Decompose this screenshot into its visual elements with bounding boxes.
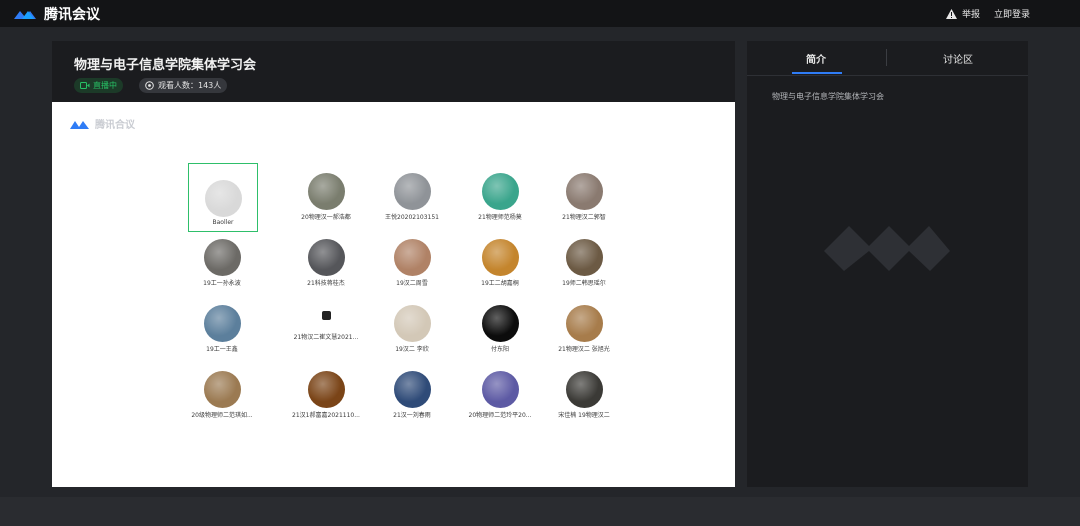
intro-text: 物理与电子信息学院集体学习会 bbox=[772, 92, 884, 101]
participant-name: 王悦20202103151 bbox=[385, 214, 439, 221]
avatar bbox=[393, 239, 431, 276]
participant-tile[interactable]: 21汉1郝富嘉2021110... bbox=[286, 357, 366, 419]
video-camera-icon bbox=[80, 82, 90, 89]
report-label: 举报 bbox=[961, 10, 980, 20]
participant-name: 20级物理师二范琪如... bbox=[191, 412, 253, 419]
participant-name: 20物理师二范玲平20... bbox=[468, 412, 532, 419]
participant-tile[interactable]: 19师二韩思瑶尔 bbox=[544, 225, 624, 287]
participant-name: 19工二胡嘉桐 bbox=[481, 280, 519, 287]
participant-grid: Baoller 20物理汉一郝浩都 王悦20202103151 21物理师范杨莫 21物… bbox=[188, 163, 610, 423]
participant-name: 21汉一刘春雨 bbox=[393, 412, 431, 419]
participant-name: 21物汉二崔文慧2021... bbox=[293, 334, 359, 341]
avatar bbox=[307, 239, 345, 276]
avatar bbox=[393, 371, 431, 408]
slide-logo: 腾讯合议 bbox=[70, 116, 135, 131]
participant-tile[interactable]: 21科技蒋桂杰 bbox=[286, 225, 366, 287]
tab-divider bbox=[886, 49, 887, 66]
avatar bbox=[565, 239, 603, 276]
participant-tile[interactable]: 付东阳 bbox=[460, 291, 540, 353]
participant-tile[interactable]: 宋佳楠 19物理汉二 bbox=[544, 357, 624, 419]
participant-tile[interactable]: 19汉二周雪 bbox=[372, 225, 452, 287]
participant-name: 19工一孙永波 bbox=[203, 280, 241, 287]
participant-name: 20物理汉一郝浩都 bbox=[301, 214, 351, 221]
avatar bbox=[481, 305, 519, 342]
warning-icon bbox=[945, 8, 957, 19]
tab-intro[interactable]: 简介 bbox=[806, 51, 826, 66]
avatar bbox=[565, 173, 603, 210]
avatar bbox=[481, 239, 519, 276]
participant-name: 19师二韩思瑶尔 bbox=[562, 280, 606, 287]
eye-icon bbox=[145, 81, 154, 90]
avatar bbox=[565, 305, 603, 342]
participant-name: 21物理汉二郭智 bbox=[562, 214, 606, 221]
tab-discussion[interactable]: 讨论区 bbox=[943, 51, 973, 66]
live-stream-panel: 物理与电子信息学院集体学习会 直播中 观看人数：143人 腾讯合议 Baolle… bbox=[52, 41, 735, 487]
avatar bbox=[204, 180, 242, 217]
participant-tile[interactable]: 21物理汉二郭智 bbox=[544, 159, 624, 221]
participant-tile[interactable]: 19工一王鑫 bbox=[182, 291, 262, 353]
avatar bbox=[481, 371, 519, 408]
participant-tile[interactable]: 20物理师二范玲平20... bbox=[460, 357, 540, 419]
tencent-meeting-watermark-icon bbox=[824, 226, 950, 271]
active-tab-indicator bbox=[792, 72, 842, 74]
participant-name: 21汉1郝富嘉2021110... bbox=[292, 412, 360, 419]
viewer-count-badge: 观看人数：143人 bbox=[139, 78, 228, 93]
avatar bbox=[203, 239, 241, 276]
participant-tile[interactable]: 21物汉二崔文慧2021... bbox=[286, 291, 366, 353]
bottom-bar bbox=[0, 497, 1080, 526]
participant-name: 付东阳 bbox=[490, 346, 509, 353]
avatar bbox=[393, 173, 431, 210]
avatar bbox=[481, 173, 519, 210]
participant-name: 21物理师范杨莫 bbox=[478, 214, 522, 221]
participant-name: 19汉二 李欣 bbox=[395, 346, 429, 353]
tencent-meeting-logo-icon bbox=[14, 11, 36, 19]
live-label: 直播中 bbox=[93, 81, 117, 90]
participant-tile[interactable]: 20物理汉一郝浩都 bbox=[286, 159, 366, 221]
participant-tile[interactable]: 21汉一刘春雨 bbox=[372, 357, 452, 419]
top-bar: 腾讯会议 举报 立即登录 bbox=[0, 0, 1080, 27]
participant-tile[interactable]: 20级物理师二范琪如... bbox=[182, 357, 262, 419]
participant-tile[interactable]: 21物理汉二 张旭光 bbox=[544, 291, 624, 353]
side-panel: 简介 讨论区 物理与电子信息学院集体学习会 bbox=[747, 41, 1028, 487]
tencent-meeting-logo-icon bbox=[70, 120, 89, 129]
avatar bbox=[203, 371, 241, 408]
participant-tile[interactable]: Baoller bbox=[188, 163, 258, 232]
report-button[interactable]: 举报 bbox=[945, 7, 980, 20]
avatar bbox=[393, 305, 431, 342]
viewer-count: 观看人数：143人 bbox=[158, 81, 222, 90]
avatar bbox=[321, 311, 331, 320]
avatar bbox=[307, 173, 345, 210]
participant-tile[interactable]: 19工一孙永波 bbox=[182, 225, 262, 287]
app-brand[interactable]: 腾讯会议 bbox=[14, 4, 100, 24]
avatar bbox=[565, 371, 603, 408]
avatar bbox=[203, 305, 241, 342]
slide-logo-text: 腾讯合议 bbox=[95, 120, 135, 131]
participant-name: 21物理汉二 张旭光 bbox=[558, 346, 610, 353]
participant-name: 19工一王鑫 bbox=[206, 346, 238, 353]
stream-header: 物理与电子信息学院集体学习会 直播中 观看人数：143人 bbox=[52, 41, 735, 102]
side-tabs: 简介 讨论区 bbox=[747, 41, 1028, 76]
participant-tile[interactable]: 19工二胡嘉桐 bbox=[460, 225, 540, 287]
meeting-title: 物理与电子信息学院集体学习会 bbox=[74, 58, 257, 73]
app-name: 腾讯会议 bbox=[44, 7, 100, 23]
login-button[interactable]: 立即登录 bbox=[994, 7, 1030, 20]
participant-name: 宋佳楠 19物理汉二 bbox=[558, 412, 610, 419]
live-status-badge: 直播中 bbox=[74, 78, 123, 93]
participant-tile[interactable]: 21物理师范杨莫 bbox=[460, 159, 540, 221]
participant-name: 19汉二周雪 bbox=[396, 280, 428, 287]
participant-tile[interactable]: 王悦20202103151 bbox=[372, 159, 452, 221]
avatar bbox=[307, 371, 345, 408]
participant-name: 21科技蒋桂杰 bbox=[307, 280, 345, 287]
participant-tile[interactable]: 19汉二 李欣 bbox=[372, 291, 452, 353]
